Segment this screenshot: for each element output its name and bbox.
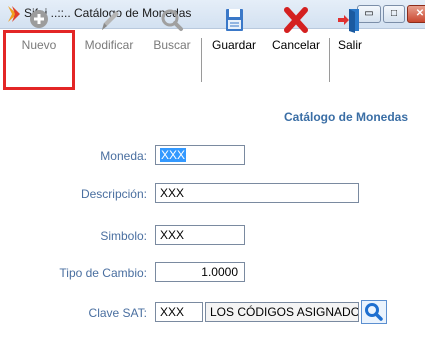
guardar-button[interactable]: Guardar: [204, 2, 264, 58]
maximize-button[interactable]: □: [383, 5, 405, 23]
exit-door-icon: [338, 9, 359, 33]
guardar-label: Guardar: [211, 38, 257, 52]
tipo-cambio-input[interactable]: 1.0000: [155, 262, 245, 282]
descripcion-label: Descripción:: [80, 187, 147, 201]
salir-label: Salir: [337, 38, 362, 52]
salir-button[interactable]: Salir: [332, 2, 368, 58]
form-title: Catálogo de Monedas: [283, 110, 408, 124]
buscar-button[interactable]: Buscar: [146, 2, 198, 58]
cancelar-label: Cancelar: [271, 38, 321, 52]
simbolo-label: Simbolo:: [100, 229, 147, 243]
modificar-label: Modificar: [84, 38, 134, 52]
close-icon: ✕: [415, 8, 425, 19]
moneda-label: Moneda:: [100, 149, 147, 163]
red-x-icon: [284, 7, 308, 33]
clave-sat-code-input[interactable]: XXX: [155, 302, 203, 322]
close-button[interactable]: ✕: [407, 5, 425, 23]
buscar-label: Buscar: [153, 38, 191, 52]
clave-sat-search-button[interactable]: [361, 300, 387, 324]
toolbar-separator: [329, 38, 330, 82]
clave-sat-description-value: LOS CÓDIGOS ASIGNADO: [210, 305, 359, 319]
search-icon: [365, 303, 383, 321]
pencil-icon: [102, 11, 119, 30]
clave-sat-description: LOS CÓDIGOS ASIGNADO: [205, 302, 359, 322]
simbolo-input[interactable]: XXX: [155, 225, 245, 245]
maximize-icon: □: [390, 8, 398, 19]
moneda-value: XXX: [160, 148, 187, 162]
simbolo-value: XXX: [160, 228, 185, 242]
clave-sat-label: Clave SAT:: [88, 306, 147, 320]
descripcion-value: XXX: [160, 186, 185, 200]
nuevo-highlight-box: [3, 30, 75, 90]
magnifier-icon: [161, 9, 183, 31]
descripcion-input[interactable]: XXX: [155, 183, 359, 203]
moneda-input[interactable]: XXX: [155, 145, 245, 165]
tipo-cambio-label: Tipo de Cambio:: [59, 266, 147, 280]
cancelar-button[interactable]: Cancelar: [266, 2, 326, 58]
modificar-button[interactable]: Modificar: [76, 2, 142, 58]
floppy-disk-icon: [226, 9, 243, 31]
tipo-cambio-value: 1.0000: [201, 265, 238, 279]
clave-sat-code-value: XXX: [160, 305, 185, 319]
toolbar-separator: [201, 38, 202, 82]
